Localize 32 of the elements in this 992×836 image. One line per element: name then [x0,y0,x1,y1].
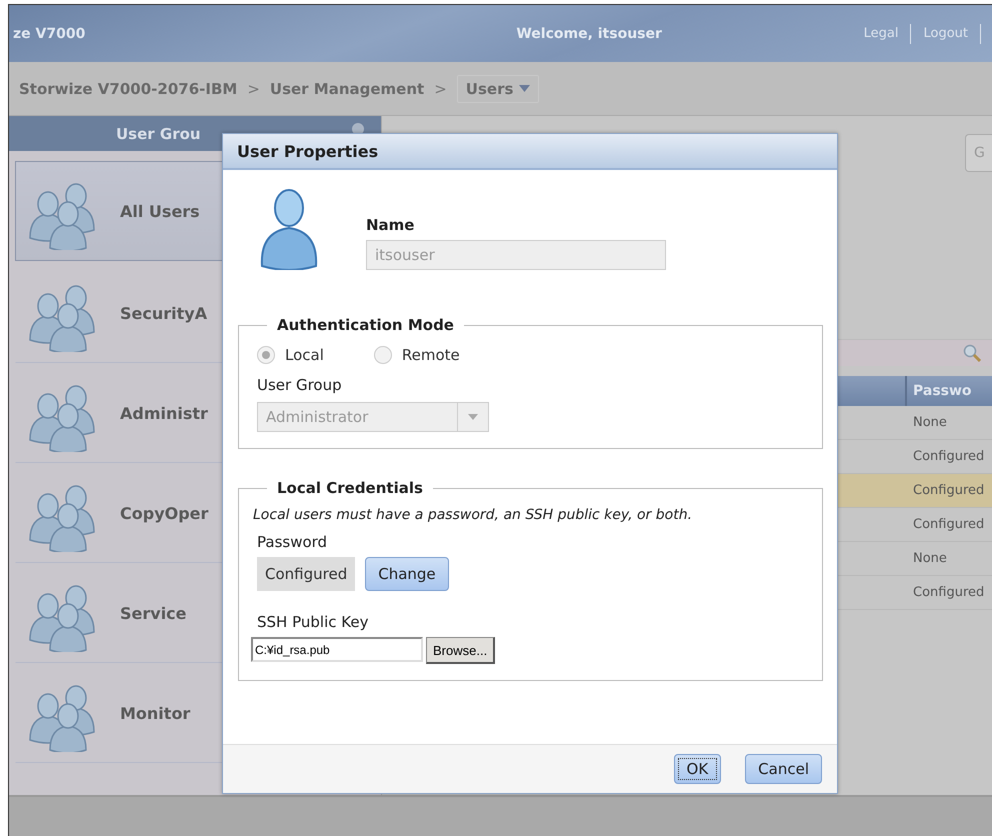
table-cell-text: Configured [912,449,986,464]
table-cell-text: None [912,551,948,566]
column-header[interactable]: Passwo [907,376,992,406]
password-label: Password [257,533,328,551]
dialog-button[interactable]: OK [674,754,722,784]
breadcrumb-menu[interactable]: Users [456,74,540,102]
welcome-text: Welcome, itsouser [516,26,662,42]
table-cell-text: Configured [912,517,986,532]
ssh-key-field[interactable]: C:¥id_rsa.pub [251,637,423,662]
password-status: Configured [257,557,356,591]
product-name: ze V7000 [13,26,86,42]
table-cell-text: None [912,415,948,430]
caret-icon [519,85,530,92]
change-button[interactable]: Change [365,557,449,591]
table-cell-text: Configured [912,483,986,498]
dialog-button[interactable]: Cancel [745,754,822,784]
dropdown-arrow-icon [468,414,478,420]
radio-label: Remote [402,346,460,364]
browse-button[interactable]: Browse... [426,637,496,664]
user-icon [258,188,320,270]
search-icon [963,344,981,362]
breadcrumb-link[interactable]: User Management [270,80,424,98]
header-link[interactable]: Legal [864,26,898,41]
sidebar-title: User Grou [116,124,201,142]
breadcrumb-separator: > [434,80,447,98]
breadcrumb-link[interactable]: Storwize V7000-2076-IBM [19,80,238,98]
radio-label: Local [285,346,324,364]
dialog-title: User Properties [237,142,378,160]
table-cell-text: Configured [912,585,986,600]
breadcrumb-separator: > [247,80,260,98]
user-group-label: User Group [257,376,343,394]
ssh-key-label: SSH Public Key [257,613,370,631]
